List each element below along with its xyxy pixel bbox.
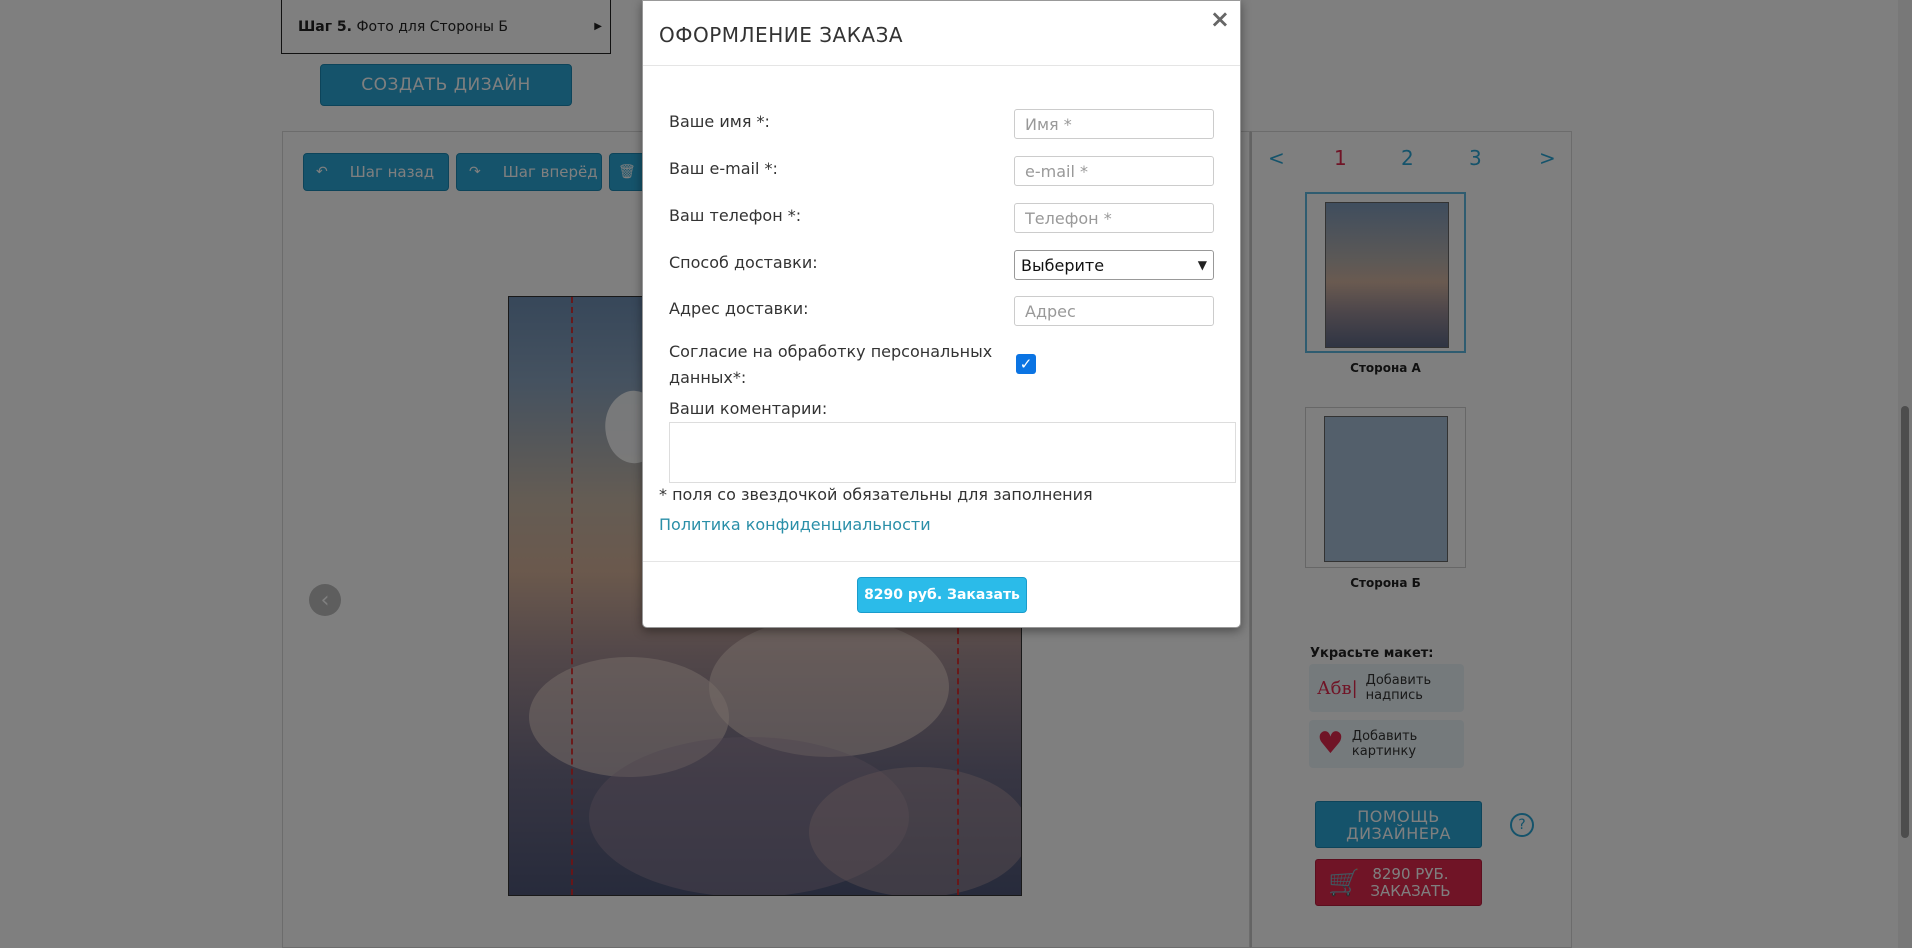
consent-label-line1: Согласие на обработку персональных [669,342,993,361]
phone-input[interactable] [1014,203,1214,233]
consent-checkbox[interactable]: ✓ [1016,354,1036,374]
name-input[interactable] [1014,109,1214,139]
delivery-selected-value: Выберите [1021,255,1105,275]
privacy-policy-link[interactable]: Политика конфиденциальности [659,515,931,534]
comments-textarea[interactable] [669,422,1236,483]
close-icon[interactable]: × [1210,7,1230,31]
order-modal: ОФОРМЛЕНИЕ ЗАКАЗА × Ваше имя *: Ваш e-ma… [642,0,1241,628]
submit-order-button[interactable]: 8290 руб. Заказать [857,577,1027,613]
chevron-down-icon: ▼ [1197,258,1207,272]
comments-label: Ваши коментарии: [669,399,828,418]
checkmark-icon: ✓ [1019,355,1033,373]
required-fields-note: * поля со звездочкой обязательны для зап… [659,485,1093,504]
name-label: Ваше имя *: [669,112,770,131]
email-label: Ваш e-mail *: [669,159,778,178]
address-input[interactable] [1014,296,1214,326]
consent-label-line2: данных*: [669,368,747,387]
modal-header: ОФОРМЛЕНИЕ ЗАКАЗА × [643,1,1240,66]
email-input[interactable] [1014,156,1214,186]
delivery-select[interactable]: Выберите ▼ [1014,250,1214,280]
modal-title: ОФОРМЛЕНИЕ ЗАКАЗА [659,23,904,47]
modal-footer-divider [643,561,1240,562]
phone-label: Ваш телефон *: [669,206,802,225]
address-label: Адрес доставки: [669,299,809,318]
delivery-label: Способ доставки: [669,253,818,272]
consent-label: Согласие на обработку персональных данны… [669,339,992,391]
